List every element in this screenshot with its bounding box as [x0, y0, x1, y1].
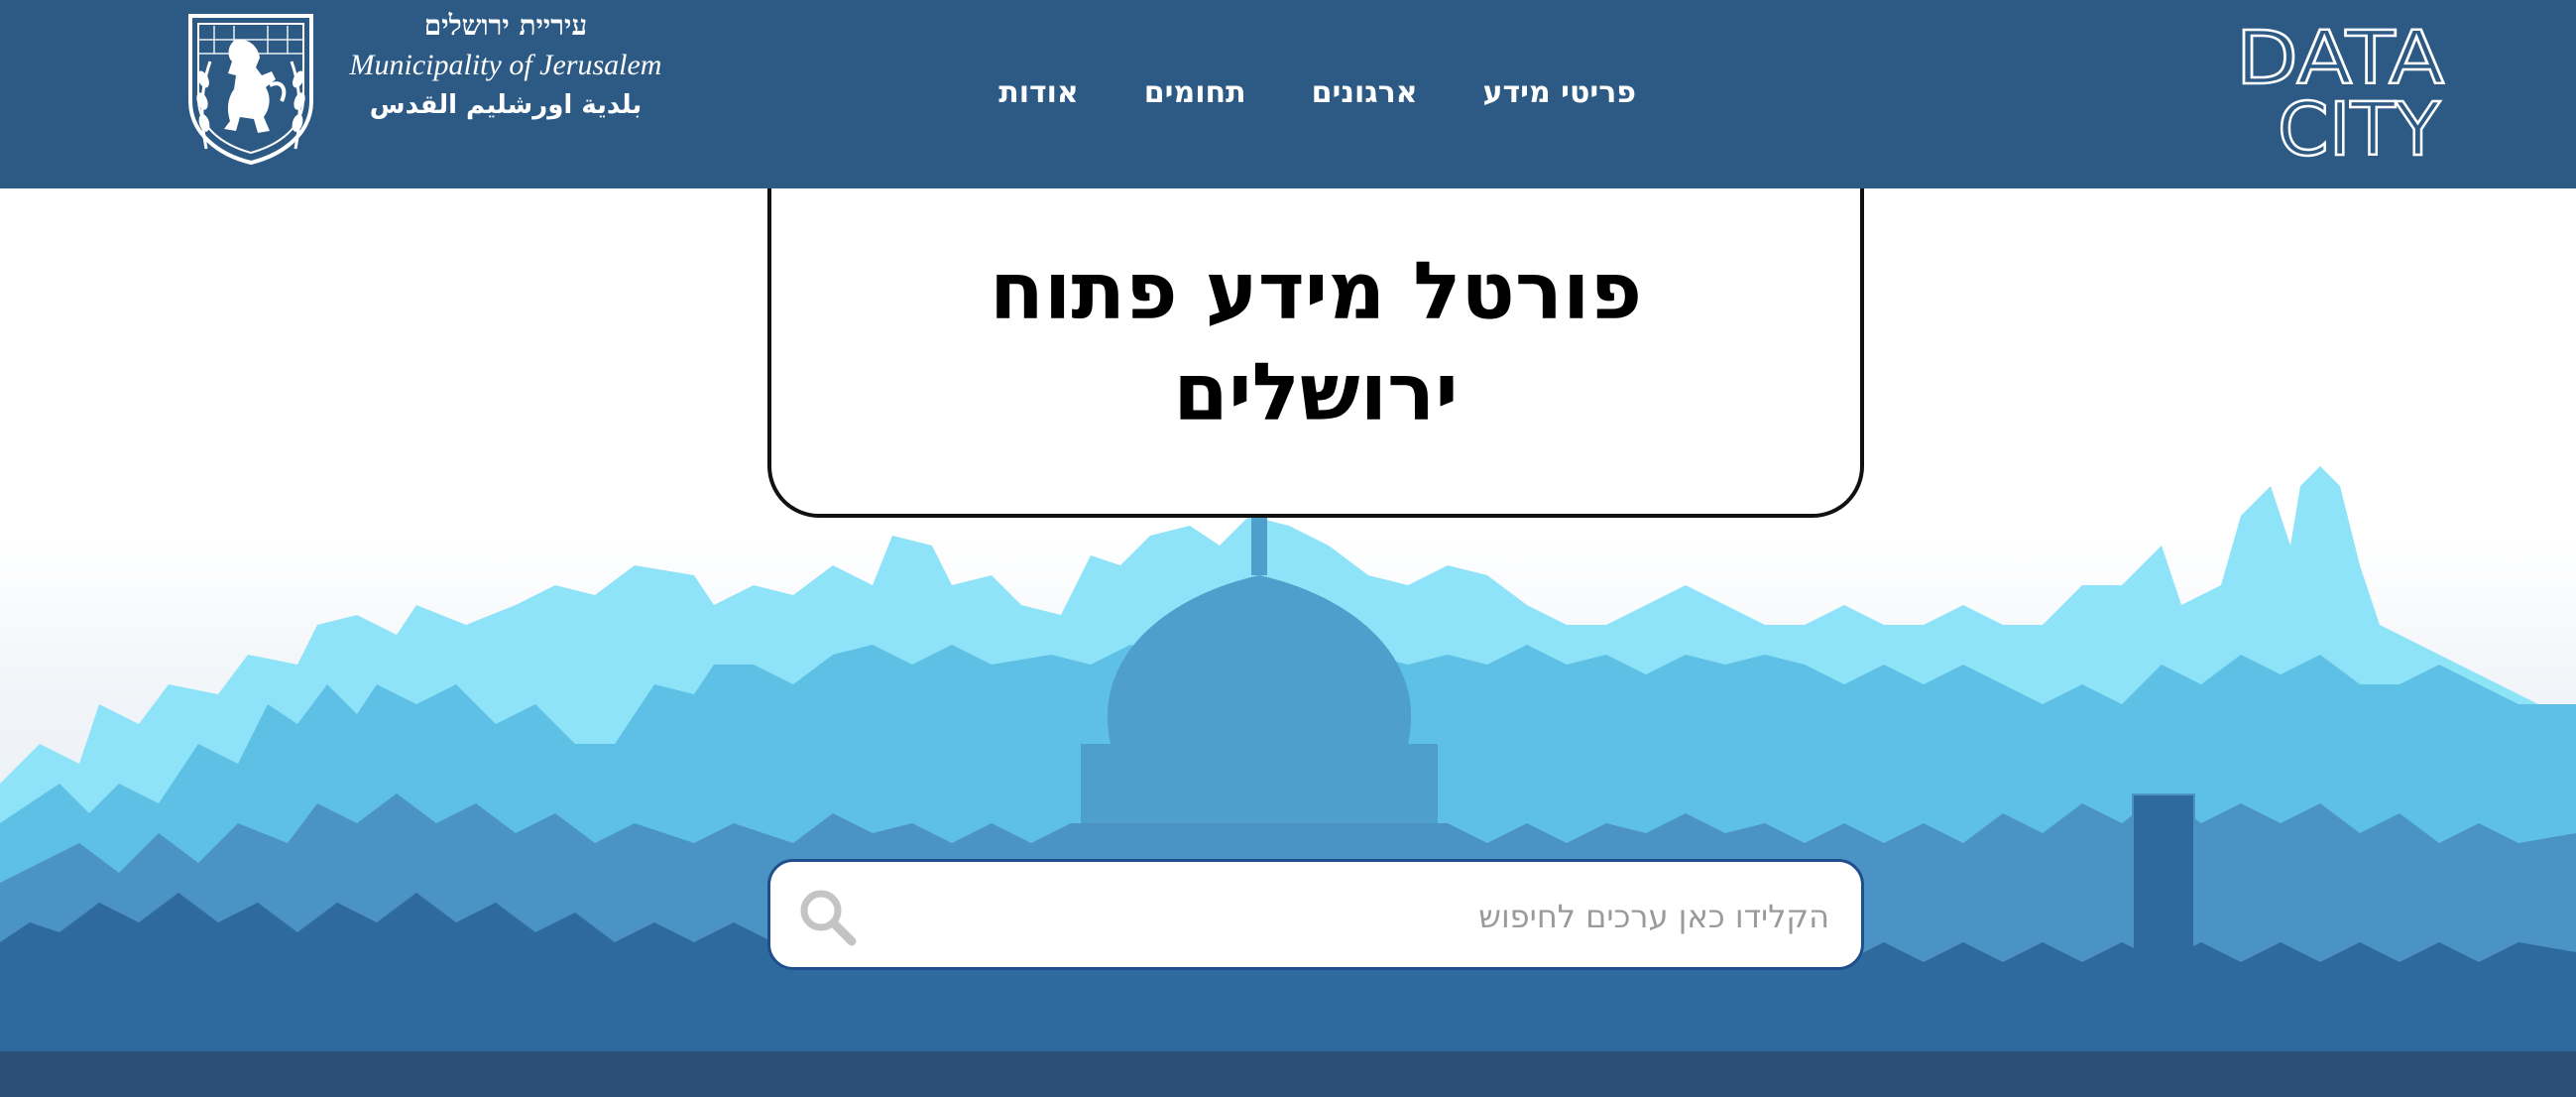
search-input[interactable]: [895, 884, 1831, 949]
municipality-name[interactable]: עיריית ירושלים Municipality of Jerusalem…: [337, 6, 674, 125]
municipality-name-hebrew: עיריית ירושלים: [423, 9, 588, 42]
site-header: DATA CITY פריטי מידע ארגונים תחומים אודו…: [0, 0, 2576, 188]
search-bar[interactable]: [767, 859, 1864, 970]
page-title: פורטל מידע פתוח ירושלים: [989, 245, 1643, 438]
title-card: פורטל מידע פתוח ירושלים: [767, 188, 1864, 518]
search-icon[interactable]: [796, 886, 858, 947]
datacity-logo[interactable]: DATA CITY: [2236, 14, 2454, 163]
logo-text-city: CITY: [2278, 87, 2441, 163]
jerusalem-crest-icon[interactable]: [184, 10, 317, 167]
nav-item-data-items[interactable]: פריטי מידע: [1483, 71, 1636, 115]
footer-bar: [0, 1051, 2576, 1097]
nav-item-categories[interactable]: תחומים: [1144, 71, 1246, 115]
nav-item-about[interactable]: אודות: [998, 71, 1079, 115]
main-nav: פריטי מידע ארגונים תחומים אודות: [998, 71, 1636, 115]
nav-item-organizations[interactable]: ארגונים: [1312, 71, 1418, 115]
municipality-name-english: Municipality of Jerusalem: [349, 49, 662, 81]
hero-section: פורטל מידע פתוח ירושלים: [0, 188, 2576, 1051]
municipality-name-arabic: بلدية اورشليم القدس: [369, 90, 643, 120]
